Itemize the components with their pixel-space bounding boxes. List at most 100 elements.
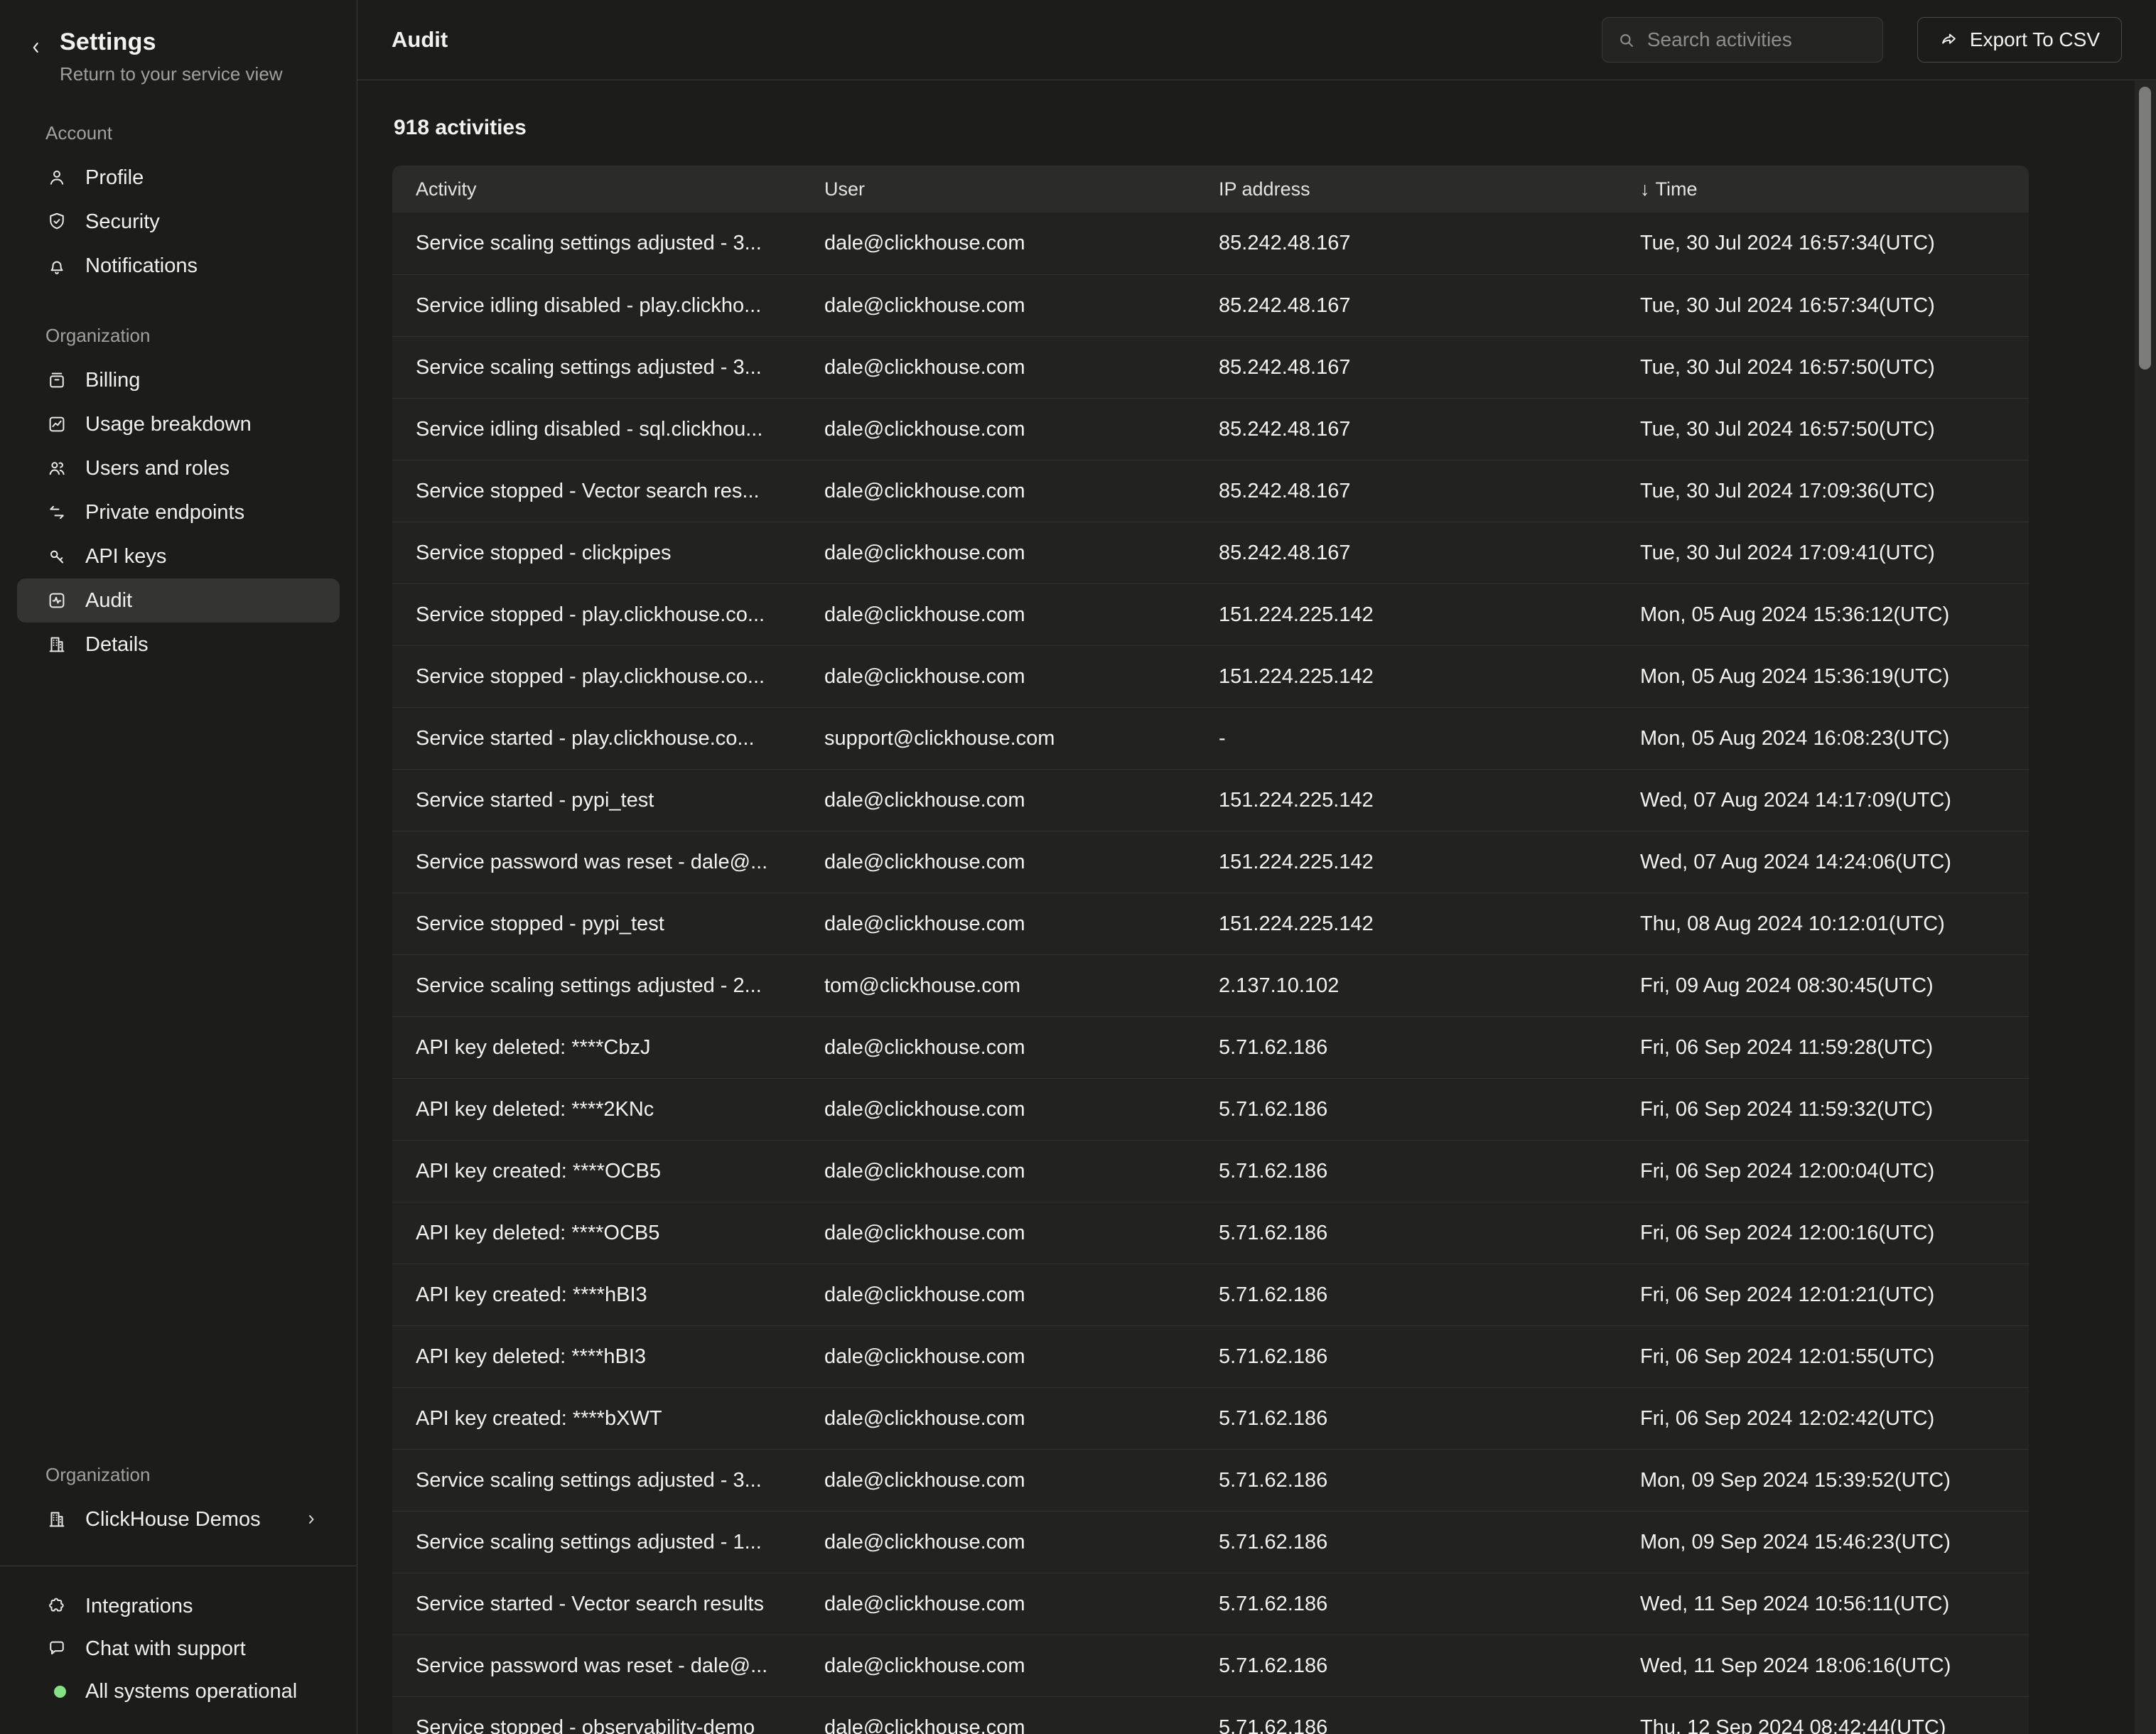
cell-ip: 85.242.48.167 — [1219, 480, 1640, 503]
table-row: API key created: ****bXWTdale@clickhouse… — [392, 1387, 2029, 1449]
cell-time: Fri, 06 Sep 2024 12:00:16(UTC) — [1640, 1222, 2029, 1245]
cell-activity: Service started - Vector search results — [416, 1593, 824, 1616]
cell-time: Mon, 05 Aug 2024 15:36:12(UTC) — [1640, 603, 2029, 627]
cell-ip: 151.224.225.142 — [1219, 851, 1640, 874]
sidebar-spacer — [0, 667, 357, 1464]
sidebar-item-label: Chat with support — [85, 1637, 246, 1661]
sidebar-item-users-and-roles[interactable]: Users and roles — [17, 446, 340, 490]
sidebar-item-label: Billing — [85, 369, 140, 392]
scrollbar-thumb[interactable] — [2139, 87, 2151, 370]
cell-ip: 5.71.62.186 — [1219, 1654, 1640, 1678]
sidebar-sections: AccountProfileSecurityNotificationsOrgan… — [0, 85, 357, 667]
cell-ip: 5.71.62.186 — [1219, 1283, 1640, 1307]
cell-ip: 5.71.62.186 — [1219, 1345, 1640, 1369]
sidebar-item-all-systems-operational[interactable]: All systems operational — [17, 1670, 340, 1713]
back-button[interactable] — [27, 28, 50, 57]
sidebar-item-api-keys[interactable]: API keys — [17, 534, 340, 578]
sidebar-subtitle[interactable]: Return to your service view — [60, 63, 283, 85]
cell-ip: 5.71.62.186 — [1219, 1593, 1640, 1616]
cell-ip: 151.224.225.142 — [1219, 665, 1640, 689]
scrollbar-track[interactable] — [2135, 81, 2156, 1734]
sidebar-item-clickhouse-demos[interactable]: ClickHouse Demos — [17, 1497, 340, 1541]
sidebar-item-audit[interactable]: Audit — [17, 578, 340, 623]
cell-activity: API key created: ****OCB5 — [416, 1160, 824, 1183]
cell-activity: Service scaling settings adjusted - 2... — [416, 974, 824, 998]
cell-time: Thu, 12 Sep 2024 08:42:44(UTC) — [1640, 1716, 2029, 1734]
cell-activity: Service password was reset - dale@... — [416, 1654, 824, 1678]
sidebar-footer: Integrations Chat with support All systems… — [0, 1566, 357, 1734]
column-header-activity[interactable]: Activity — [416, 178, 824, 200]
cell-user: dale@clickhouse.com — [824, 1345, 1219, 1369]
cell-ip: 85.242.48.167 — [1219, 542, 1640, 565]
cell-ip: 5.71.62.186 — [1219, 1098, 1640, 1121]
table-header-row: Activity User IP address ↓ Time — [392, 166, 2029, 212]
cell-time: Mon, 09 Sep 2024 15:39:52(UTC) — [1640, 1469, 2029, 1492]
table-row: API key created: ****hBI3dale@clickhouse… — [392, 1264, 2029, 1325]
column-header-time-label: Time — [1656, 178, 1698, 200]
organization-name: ClickHouse Demos — [85, 1508, 261, 1531]
section-label-organization: Organization — [45, 1464, 340, 1486]
cell-user: dale@clickhouse.com — [824, 789, 1219, 812]
cell-user: dale@clickhouse.com — [824, 1593, 1219, 1616]
sidebar-item-security[interactable]: Security — [17, 200, 340, 244]
cell-ip: 5.71.62.186 — [1219, 1469, 1640, 1492]
search-icon — [1617, 31, 1636, 50]
export-csv-button[interactable]: Export To CSV — [1917, 17, 2122, 63]
cell-time: Wed, 11 Sep 2024 18:06:16(UTC) — [1640, 1654, 2029, 1678]
cell-ip: 85.242.48.167 — [1219, 418, 1640, 441]
cell-ip: 151.224.225.142 — [1219, 603, 1640, 627]
cell-user: dale@clickhouse.com — [824, 1283, 1219, 1307]
billing-icon — [45, 369, 68, 392]
sidebar-item-notifications[interactable]: Notifications — [17, 244, 340, 288]
cell-activity: Service scaling settings adjusted - 1... — [416, 1531, 824, 1554]
cell-ip: 85.242.48.167 — [1219, 232, 1640, 255]
page-header: Audit Export To CSV — [357, 0, 2156, 80]
cell-time: Wed, 11 Sep 2024 10:56:11(UTC) — [1640, 1593, 2029, 1616]
chat-icon — [45, 1637, 68, 1660]
cell-time: Mon, 05 Aug 2024 16:08:23(UTC) — [1640, 727, 2029, 750]
cell-ip: 2.137.10.102 — [1219, 974, 1640, 998]
table-row: Service scaling settings adjusted - 3...… — [392, 336, 2029, 398]
cell-time: Fri, 09 Aug 2024 08:30:45(UTC) — [1640, 974, 2029, 998]
sidebar-item-label: Details — [85, 633, 149, 657]
sidebar-item-usage-breakdown[interactable]: Usage breakdown — [17, 402, 340, 446]
cell-time: Tue, 30 Jul 2024 16:57:50(UTC) — [1640, 356, 2029, 379]
cell-time: Tue, 30 Jul 2024 16:57:34(UTC) — [1640, 294, 2029, 318]
sidebar-item-integrations[interactable]: Integrations — [17, 1585, 340, 1627]
cell-user: dale@clickhouse.com — [824, 1160, 1219, 1183]
sidebar-item-profile[interactable]: Profile — [17, 156, 340, 200]
cell-time: Tue, 30 Jul 2024 16:57:50(UTC) — [1640, 418, 2029, 441]
table-row: Service started - Vector search resultsd… — [392, 1573, 2029, 1635]
cell-activity: Service idling disabled - sql.clickhou..… — [416, 418, 824, 441]
table-row: Service stopped - play.clickhouse.co...d… — [392, 645, 2029, 707]
cell-activity: Service idling disabled - play.clickho..… — [416, 294, 824, 318]
cell-activity: Service started - pypi_test — [416, 789, 824, 812]
column-header-user[interactable]: User — [824, 178, 1219, 200]
cell-user: dale@clickhouse.com — [824, 1654, 1219, 1678]
users-icon — [45, 457, 68, 480]
cell-time: Fri, 06 Sep 2024 12:00:04(UTC) — [1640, 1160, 2029, 1183]
cell-user: dale@clickhouse.com — [824, 418, 1219, 441]
cell-activity: Service stopped - pypi_test — [416, 912, 824, 936]
cell-time: Fri, 06 Sep 2024 11:59:28(UTC) — [1640, 1036, 2029, 1060]
sidebar-item-details[interactable]: Details — [17, 623, 340, 667]
cell-user: dale@clickhouse.com — [824, 232, 1219, 255]
sidebar-item-label: Private endpoints — [85, 501, 244, 524]
sidebar-item-private-endpoints[interactable]: Private endpoints — [17, 490, 340, 534]
chevron-left-icon — [27, 38, 45, 57]
table-row: Service idling disabled - play.clickho..… — [392, 274, 2029, 336]
cell-ip: 5.71.62.186 — [1219, 1036, 1640, 1060]
cell-time: Tue, 30 Jul 2024 17:09:41(UTC) — [1640, 542, 2029, 565]
sidebar-item-label: Notifications — [85, 254, 198, 278]
search-box — [1602, 17, 1883, 63]
column-header-ip[interactable]: IP address — [1219, 178, 1640, 200]
sidebar-item-label: Users and roles — [85, 457, 230, 480]
sort-desc-icon: ↓ — [1640, 178, 1650, 200]
cell-activity: API key deleted: ****hBI3 — [416, 1345, 824, 1369]
audit-content: 918 activities Activity User IP address … — [357, 80, 2156, 1734]
sidebar-item-chat-with-support[interactable]: Chat with support — [17, 1627, 340, 1670]
column-header-time[interactable]: ↓ Time — [1640, 178, 2029, 200]
sidebar-item-billing[interactable]: Billing — [17, 358, 340, 402]
cell-user: tom@clickhouse.com — [824, 974, 1219, 998]
search-input[interactable] — [1647, 28, 1868, 51]
